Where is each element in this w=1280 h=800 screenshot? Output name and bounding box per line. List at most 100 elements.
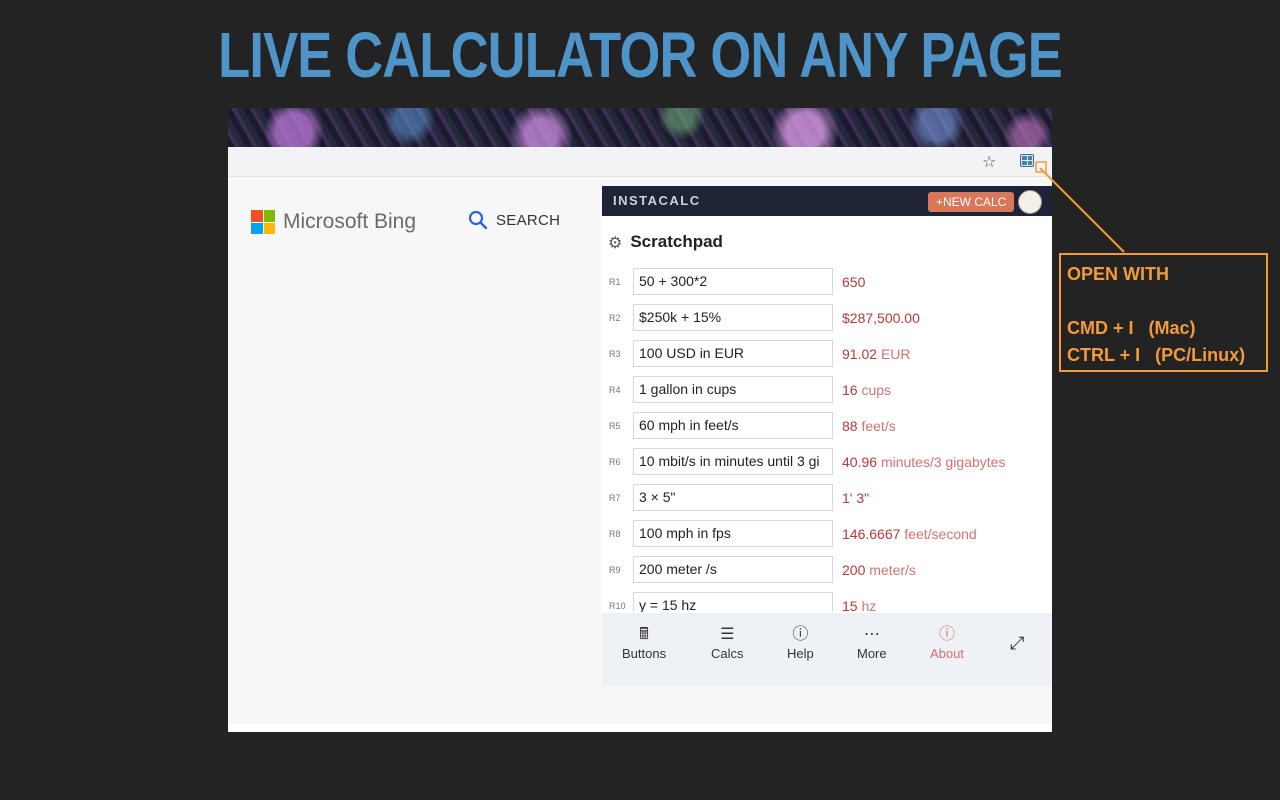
calc-row: R5 60 mph in feet/s 88 feet/s [602,412,1052,440]
row-input[interactable]: 60 mph in feet/s [633,412,833,439]
calc-row: R10 y = 15 hz 15 hz [602,592,1052,612]
nav-calcs[interactable]: ☰ Calcs [711,625,744,661]
calc-row: R4 1 gallon in cups 16 cups [602,376,1052,404]
result-value: 650 [842,274,866,290]
result-unit: feet/s [861,418,896,434]
result-value: 1' 3" [842,490,870,506]
theme-banner [228,108,1052,147]
result-value: 16 [842,382,858,398]
row-label: R4 [609,385,621,395]
row-result: 40.96 minutes/3 gigabytes [842,454,1005,470]
result-value: 40.96 [842,454,878,470]
help-icon: ⓘ [792,626,809,643]
row-label: R1 [609,277,621,287]
row-input[interactable]: y = 15 hz [633,592,833,612]
row-label: R3 [609,349,621,359]
nav-calcs-label: Calcs [711,646,744,661]
microsoft-logo-icon [251,210,275,234]
calc-row: R6 10 mbit/s in minutes until 3 gi 40.96… [602,448,1052,476]
result-value: 15 [842,598,858,612]
calculator-icon: 🖩 [639,626,649,643]
row-label: R2 [609,313,621,323]
callout-title: OPEN WITH [1067,264,1169,284]
nav-about-label: About [930,646,964,661]
result-unit: feet/second [904,526,977,542]
expand-icon[interactable]: ⤢ [1010,633,1024,654]
scratchpad-title: Scratchpad [630,232,723,251]
calc-row: R1 50 + 300*2 650 [602,268,1052,296]
result-unit: cups [861,382,892,398]
popup-header: INSTACALC +NEW CALC [602,186,1052,216]
result-value: $287,500.00 [842,310,920,326]
page-footer-strip [228,724,1052,732]
row-input[interactable]: 50 + 300*2 [633,268,833,295]
row-result: 16 cups [842,382,891,398]
nav-buttons-label: Buttons [622,646,667,661]
bing-logo[interactable]: Microsoft Bing [251,210,416,234]
gear-icon[interactable]: ⚙ [608,233,622,252]
row-label: R10 [609,601,626,611]
bottom-nav: 🖩 Buttons ☰ Calcs ⓘ Help ⋯ More ⓘ About … [602,613,1052,686]
row-label: R7 [609,493,621,503]
nav-more-label: More [857,646,887,661]
calc-row: R8 100 mph in fps 146.6667 feet/second [602,520,1052,548]
search-label: SEARCH [496,211,561,229]
calc-rows: R1 50 + 300*2 650 R2 $250k + 15% $287,50… [602,268,1052,612]
instacalc-popup: INSTACALC +NEW CALC ⚙ Scratchpad R1 50 +… [602,186,1052,686]
calc-row: R9 200 meter /s 200 meter/s [602,556,1052,584]
result-unit: hz [861,598,877,612]
row-input[interactable]: 3 × 5" [633,484,833,511]
result-value: 88 [842,418,858,434]
nav-more[interactable]: ⋯ More [857,625,887,661]
row-input[interactable]: 200 meter /s [633,556,833,583]
row-result: 91.02 EUR [842,346,911,362]
bing-label: Microsoft Bing [283,210,417,233]
callout-mac: CMD + I (Mac) [1067,318,1196,338]
row-result: 15 hz [842,598,876,612]
row-input[interactable]: 100 USD in EUR [633,340,833,367]
row-result: $287,500.00 [842,310,920,326]
search-icon [468,210,488,230]
star-icon[interactable]: ☆ [982,152,996,171]
web-page: Microsoft Bing SEARCH INSTACALC +NEW CAL… [228,177,1052,732]
avatar[interactable] [1018,190,1042,214]
result-unit: meter/s [869,562,916,578]
row-input[interactable]: 10 mbit/s in minutes until 3 gi [633,448,833,475]
row-label: R6 [609,457,621,467]
shortcut-callout: OPEN WITH CMD + I (Mac) CTRL + I (PC/Lin… [1059,253,1268,372]
row-label: R8 [609,529,621,539]
nav-buttons[interactable]: 🖩 Buttons [622,625,666,661]
row-input[interactable]: 1 gallon in cups [633,376,833,403]
instacalc-extension-icon[interactable] [1020,154,1034,167]
callout-pc: CTRL + I (PC/Linux) [1067,345,1246,365]
headline: LIVE CALCULATOR ON ANY PAGE [218,19,1063,91]
row-input[interactable]: 100 mph in fps [633,520,833,547]
brand-title: INSTACALC [613,193,701,208]
row-result: 146.6667 feet/second [842,526,977,542]
more-icon: ⋯ [863,626,880,643]
result-unit: EUR [880,346,911,362]
info-icon: ⓘ [938,626,955,643]
nav-help[interactable]: ⓘ Help [787,625,814,661]
result-value: 91.02 [842,346,878,362]
row-result: 1' 3" [842,490,869,506]
result-value: 146.6667 [842,526,901,542]
result-unit: minutes/3 gigabytes [880,454,1006,470]
scratchpad-header: ⚙ Scratchpad [608,232,723,252]
row-label: R9 [609,565,621,575]
row-result: 650 [842,274,865,290]
row-result: 200 meter/s [842,562,916,578]
calc-row: R3 100 USD in EUR 91.02 EUR [602,340,1052,368]
calc-row: R2 $250k + 15% $287,500.00 [602,304,1052,332]
list-icon: ☰ [720,626,735,643]
row-input[interactable]: $250k + 15% [633,304,833,331]
row-result: 88 feet/s [842,418,896,434]
search-button[interactable]: SEARCH [468,210,560,230]
browser-window: ☆ Microsoft Bing SEARCH INSTACALC +NEW C… [228,108,1052,732]
result-value: 200 [842,562,866,578]
row-label: R5 [609,421,621,431]
new-calc-button[interactable]: +NEW CALC [928,192,1015,212]
nav-help-label: Help [787,646,814,661]
browser-toolbar: ☆ [228,147,1052,177]
nav-about[interactable]: ⓘ About [930,625,964,661]
